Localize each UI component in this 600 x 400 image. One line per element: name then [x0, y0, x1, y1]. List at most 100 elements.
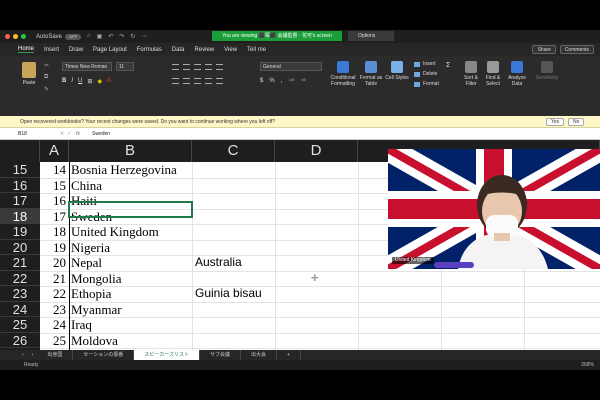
scissors-icon[interactable]: ✂ [44, 62, 49, 69]
row-header-23[interactable]: 23 [0, 286, 40, 302]
cell-b25[interactable]: Iraq [71, 317, 191, 333]
insert-cells-button[interactable]: Insert [414, 61, 439, 67]
row-header-24[interactable]: 24 [0, 301, 40, 317]
cell-a21[interactable]: 20 [43, 255, 68, 271]
options-button[interactable]: Options [348, 31, 394, 41]
cell-a24[interactable]: 23 [43, 302, 68, 318]
align-center-icon[interactable] [183, 78, 190, 84]
wrap-text-icon[interactable] [216, 64, 223, 70]
row-header-20[interactable]: 20 [0, 239, 40, 255]
cell-b16[interactable]: China [71, 178, 191, 194]
currency-icon[interactable]: $ [260, 78, 263, 85]
tab-tell-me[interactable]: Tell me [247, 47, 266, 53]
fx-icon[interactable]: fx [76, 128, 80, 140]
home-icon[interactable]: ⌂ [87, 33, 91, 40]
analyze-data-button[interactable]: Analyze Data [504, 61, 530, 87]
number-format-select[interactable]: General [260, 62, 322, 71]
font-color-icon[interactable]: A [107, 78, 111, 85]
enter-icon[interactable]: ✓ [67, 128, 71, 140]
cell-b19[interactable]: United Kingdom [71, 224, 191, 240]
name-box[interactable]: B18 [18, 128, 58, 140]
cell-b21[interactable]: Nepal [71, 255, 191, 271]
tab-formulas[interactable]: Formulas [137, 47, 162, 53]
tab-view[interactable]: View [224, 47, 237, 53]
tab-page-layout[interactable]: Page Layout [93, 47, 127, 53]
row-header-22[interactable]: 22 [0, 270, 40, 286]
cell-b15[interactable]: Bosnia Herzegovina [71, 162, 191, 178]
row-header-15[interactable]: 15 [0, 162, 40, 178]
row-header-17[interactable]: 17 [0, 193, 40, 209]
tab-home[interactable]: Home [18, 46, 35, 53]
italic-button[interactable]: I [71, 78, 73, 85]
align-bottom-icon[interactable] [194, 64, 201, 70]
indent-decrease-icon[interactable] [205, 78, 212, 84]
cell-a20[interactable]: 19 [43, 240, 68, 256]
cell-a19[interactable]: 18 [43, 224, 68, 240]
recovery-yes-button[interactable]: Yes [546, 118, 565, 126]
tab-insert[interactable]: Insert [44, 47, 59, 53]
share-button[interactable]: Share [532, 45, 556, 54]
cell-a15[interactable]: 14 [43, 162, 68, 178]
format-as-table-button[interactable]: Format as Table [358, 61, 384, 87]
find-select-button[interactable]: Find & Select [480, 61, 506, 87]
tab-data[interactable]: Data [172, 47, 185, 53]
autosum-icon[interactable]: Σ [446, 62, 450, 69]
sheet-tab-5[interactable]: 出大会 [241, 350, 278, 360]
autosave-toggle[interactable]: OFF [65, 33, 82, 40]
tab-draw[interactable]: Draw [69, 47, 83, 53]
borders-icon[interactable]: ⊞ [87, 78, 92, 85]
row-header-21[interactable]: 21 [0, 255, 40, 271]
selected-cell-b18[interactable] [68, 201, 193, 218]
cell-a23[interactable]: 22 [43, 286, 68, 302]
close-window-button[interactable] [5, 34, 10, 39]
sheet-tab-3[interactable]: スピーカーズリスト [134, 350, 201, 360]
decrease-decimal-icon[interactable]: ⁻⁰ [300, 78, 306, 85]
comments-button[interactable]: Comments [559, 45, 594, 54]
cell-b20[interactable]: Nigeria [71, 240, 191, 256]
conditional-formatting-button[interactable]: Conditional Formatting [330, 61, 356, 87]
minimize-window-button[interactable] [13, 34, 18, 39]
cell-a25[interactable]: 24 [43, 317, 68, 333]
cancel-icon[interactable]: ✕ [60, 128, 64, 140]
row-header-16[interactable]: 16 [0, 177, 40, 193]
orientation-icon[interactable] [205, 64, 212, 70]
align-left-icon[interactable] [172, 78, 179, 84]
increase-decimal-icon[interactable]: ⁺⁰ [288, 78, 294, 85]
format-cells-button[interactable]: Format [414, 81, 439, 87]
merge-center-icon[interactable] [216, 78, 223, 84]
paste-button[interactable]: Paste [18, 62, 40, 86]
percent-icon[interactable]: % [269, 78, 274, 85]
undo-icon[interactable]: ↶ [108, 33, 113, 40]
redo-icon[interactable]: ↷ [119, 33, 124, 40]
column-header-b[interactable]: B [69, 140, 192, 162]
formula-input[interactable]: Sweden [92, 128, 110, 140]
select-all-corner[interactable] [0, 140, 40, 162]
copy-icon[interactable]: ⧉ [44, 74, 48, 81]
more-icon[interactable]: ⋯ [141, 33, 147, 40]
fill-color-icon[interactable]: ◆ [97, 78, 102, 85]
refresh-icon[interactable]: ↻ [130, 33, 135, 40]
scroll-left-icon[interactable]: ‹ [18, 352, 28, 358]
delete-cells-button[interactable]: Delete [414, 71, 439, 77]
save-icon[interactable]: ▣ [97, 33, 103, 40]
add-sheet-button[interactable]: + [277, 350, 301, 360]
cell-b26[interactable]: Moldova [71, 333, 191, 349]
row-header-18[interactable]: 18 [0, 208, 40, 224]
cell-b23[interactable]: Ethopia [71, 286, 191, 302]
row-header-19[interactable]: 19 [0, 224, 40, 240]
cell-a22[interactable]: 21 [43, 271, 68, 287]
sensitivity-button[interactable]: Sensitivity [534, 61, 560, 81]
maximize-window-button[interactable] [21, 34, 26, 39]
cell-b22[interactable]: Mongolia [71, 271, 191, 287]
sheet-tab-1[interactable]: 出身国 [37, 350, 74, 360]
column-header-a[interactable]: A [40, 140, 69, 162]
comma-icon[interactable]: , [281, 78, 283, 85]
cell-b24[interactable]: Myanmar [71, 302, 191, 318]
sheet-tab-4[interactable]: サブ会議 [200, 350, 242, 360]
align-middle-icon[interactable] [183, 64, 190, 70]
cell-a16[interactable]: 15 [43, 178, 68, 194]
bold-button[interactable]: B [62, 78, 66, 85]
tab-review[interactable]: Review [194, 47, 214, 53]
font-size-select[interactable]: 11 [116, 62, 134, 71]
font-name-select[interactable]: Times New Roman [62, 62, 112, 71]
